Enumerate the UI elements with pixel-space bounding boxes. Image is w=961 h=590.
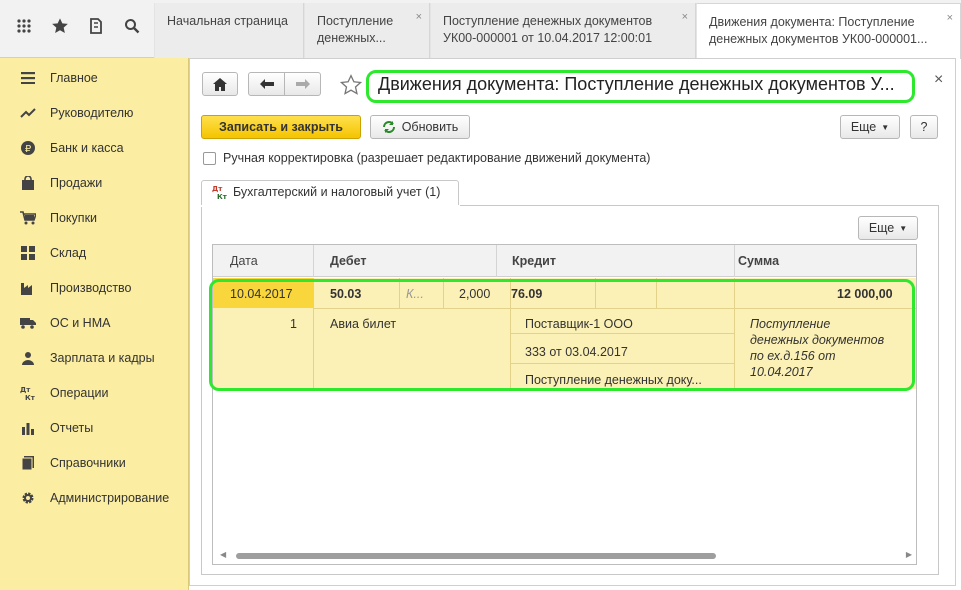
gear-icon [20, 490, 36, 506]
sidebar-item-label: Банк и касса [50, 140, 124, 155]
history-icon[interactable] [84, 14, 108, 38]
dt-kt-icon: Дт Кт [212, 184, 228, 203]
refresh-label: Обновить [401, 120, 459, 134]
sidebar-item-production[interactable]: Производство [0, 270, 189, 305]
sidebar-item-label: Руководителю [50, 105, 134, 120]
tab-label: Поступление денежных... [317, 14, 394, 45]
search-icon[interactable] [120, 14, 144, 38]
cart-icon [20, 210, 36, 226]
manual-correction-label: Ручная корректировка (разрешает редактир… [223, 151, 651, 165]
people-icon [20, 350, 36, 366]
bar-chart-icon [20, 420, 36, 436]
sidebar-item-label: Справочники [50, 455, 126, 470]
sidebar: Главное Руководителю ₽ Банк и касса Прод… [0, 58, 189, 590]
svg-text:Дт: Дт [212, 185, 223, 193]
tab-document-movements[interactable]: Движения документа: Поступление денежных… [696, 3, 961, 59]
column-date[interactable]: Дата [230, 254, 258, 268]
sidebar-item-label: Производство [50, 280, 132, 295]
horizontal-scrollbar[interactable]: ◀ ▶ [216, 549, 914, 562]
trend-icon [20, 105, 36, 121]
forward-button[interactable] [284, 72, 321, 96]
menu-icon [20, 70, 36, 86]
close-icon[interactable]: × [682, 9, 688, 26]
refresh-icon [382, 121, 395, 133]
tab-join [201, 205, 460, 207]
back-button[interactable] [248, 72, 285, 96]
scroll-thumb[interactable] [236, 553, 716, 559]
close-icon[interactable]: × [947, 10, 953, 27]
sidebar-item-label: ОС и НМА [50, 315, 111, 330]
favorite-star-icon[interactable] [339, 74, 363, 99]
sidebar-item-references[interactable]: Справочники [0, 445, 189, 480]
sidebar-item-purchases[interactable]: Покупки [0, 200, 189, 235]
svg-text:Кт: Кт [217, 193, 228, 200]
tab-cash-doc[interactable]: Поступление денежных документов УК00-000… [430, 3, 696, 58]
sidebar-item-salary[interactable]: Зарплата и кадры [0, 340, 189, 375]
table-more-button[interactable]: Еще ▼ [858, 216, 918, 240]
sidebar-item-label: Покупки [50, 210, 98, 225]
tab-home[interactable]: Начальная страница [154, 3, 304, 58]
column-credit[interactable]: Кредит [512, 254, 556, 268]
sidebar-item-bank[interactable]: ₽ Банк и касса [0, 130, 189, 165]
sidebar-item-label: Зарплата и кадры [50, 350, 155, 365]
divider [313, 245, 314, 277]
save-and-close-button[interactable]: Записать и закрыть [201, 115, 361, 139]
help-button[interactable]: ? [910, 115, 938, 139]
sidebar-item-label: Администрирование [50, 490, 170, 505]
tab-label: Начальная страница [167, 14, 288, 28]
chevron-down-icon: ▼ [899, 223, 908, 233]
factory-icon [20, 280, 36, 296]
sidebar-item-operations[interactable]: Дт Кт Операции [0, 375, 189, 410]
close-icon[interactable]: × [934, 71, 943, 89]
row-highlight-box [209, 279, 915, 391]
svg-text:₽: ₽ [25, 144, 32, 155]
sidebar-item-reports[interactable]: Отчеты [0, 410, 189, 445]
sidebar-item-manager[interactable]: Руководителю [0, 95, 189, 130]
column-sum[interactable]: Сумма [738, 254, 779, 268]
top-bar: Начальная страница Поступление денежных.… [0, 0, 961, 59]
sidebar-item-label: Операции [50, 385, 109, 400]
home-icon [213, 77, 227, 91]
sidebar-item-label: Главное [50, 70, 98, 85]
column-debit[interactable]: Дебет [330, 254, 366, 268]
dt-kt-icon: Дт Кт [20, 385, 36, 401]
sidebar-item-admin[interactable]: Администрирование [0, 480, 189, 515]
more-label: Еще [868, 221, 895, 235]
sidebar-item-label: Отчеты [50, 420, 94, 435]
table-header: Дата Дебет Кредит Сумма [213, 245, 916, 277]
ruble-icon: ₽ [20, 140, 36, 156]
page-title: Движения документа: Поступление денежных… [378, 74, 895, 94]
sidebar-item-label: Склад [50, 245, 87, 260]
sidebar-item-label: Продажи [50, 175, 103, 190]
chevron-down-icon: ▼ [881, 122, 890, 132]
more-button[interactable]: Еще ▼ [840, 115, 900, 139]
tab-cash-docs-list[interactable]: Поступление денежных... × [304, 3, 430, 58]
scroll-left-icon[interactable]: ◀ [220, 550, 226, 559]
sidebar-item-sales[interactable]: Продажи [0, 165, 189, 200]
svg-text:Кт: Кт [25, 394, 36, 401]
refresh-button[interactable]: Обновить [370, 115, 470, 139]
svg-text:Дт: Дт [20, 386, 31, 394]
close-icon[interactable]: × [416, 9, 422, 26]
warehouse-icon [20, 245, 36, 261]
manual-correction-checkbox[interactable] [203, 152, 216, 165]
arrow-left-icon [259, 79, 274, 89]
tab-label: Движения документа: Поступление денежных… [709, 15, 928, 46]
tab-label: Поступление денежных документов УК00-000… [443, 14, 653, 45]
apps-grid-icon[interactable] [12, 14, 36, 38]
sidebar-item-warehouse[interactable]: Склад [0, 235, 189, 270]
truck-icon [20, 315, 36, 331]
book-icon [20, 455, 36, 471]
arrow-right-icon [295, 79, 310, 89]
favorites-star-icon[interactable] [48, 14, 72, 38]
sidebar-item-fixed-assets[interactable]: ОС и НМА [0, 305, 189, 340]
divider [496, 245, 497, 277]
home-button[interactable] [202, 72, 238, 96]
bag-icon [20, 175, 36, 191]
divider [734, 245, 735, 277]
tab-accounting-label: Бухгалтерский и налоговый учет (1) [233, 185, 441, 199]
more-label: Еще [850, 120, 877, 134]
sidebar-item-main[interactable]: Главное [0, 60, 189, 95]
scroll-right-icon[interactable]: ▶ [906, 550, 912, 559]
